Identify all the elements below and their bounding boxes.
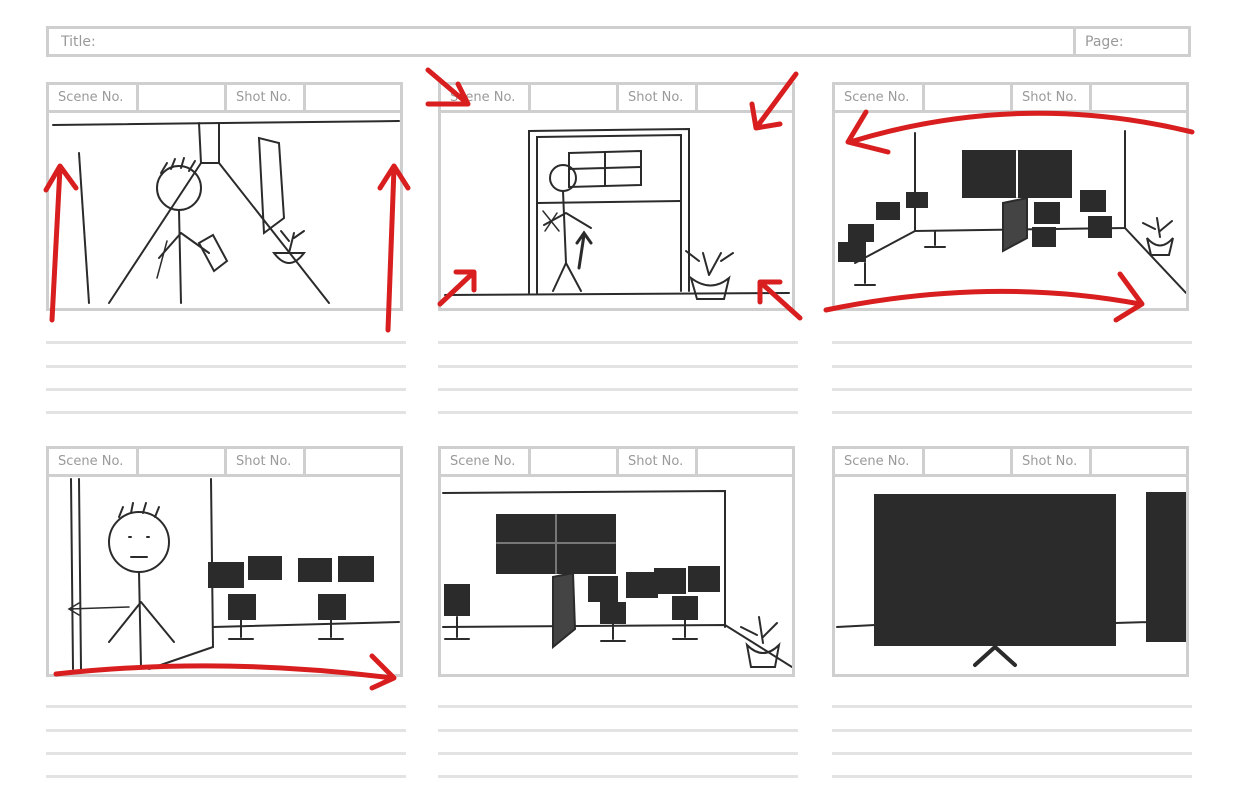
- title-bar: Title: Page:: [46, 26, 1191, 57]
- shot-number-field[interactable]: [306, 449, 400, 474]
- scene-number-label: Scene No.: [835, 85, 925, 110]
- panel-4-header: Scene No. Shot No.: [46, 446, 403, 474]
- panel-4-note-line: [46, 775, 406, 778]
- panel-3-frame: [832, 110, 1189, 311]
- panel-3-note-line: [832, 365, 1192, 368]
- shot-number-label: Shot No.: [227, 449, 306, 474]
- panel-6-frame: [832, 474, 1189, 677]
- panel-5-note-line: [438, 752, 798, 755]
- panel-2-frame: [438, 110, 795, 311]
- panel-1-note-line: [46, 411, 406, 414]
- scene-number-field[interactable]: [925, 449, 1013, 474]
- panel-4-note-line: [46, 729, 406, 732]
- shot-number-field[interactable]: [1092, 449, 1186, 474]
- page-divider: [1073, 29, 1076, 54]
- panel-6-note-line: [832, 775, 1192, 778]
- page-label: Page:: [1085, 34, 1124, 50]
- panel-4-note-line: [46, 705, 406, 708]
- panel-5-note-line: [438, 729, 798, 732]
- scene-number-label: Scene No.: [49, 85, 139, 110]
- scene-number-label: Scene No.: [835, 449, 925, 474]
- panel-3-header: Scene No. Shot No.: [832, 82, 1189, 110]
- panel-6-note-line: [832, 729, 1192, 732]
- panel-3-note-line: [832, 411, 1192, 414]
- panel-1-note-line: [46, 388, 406, 391]
- scene-number-field[interactable]: [139, 85, 227, 110]
- panel-3-note-line: [832, 341, 1192, 344]
- panel-6-header: Scene No. Shot No.: [832, 446, 1189, 474]
- title-field[interactable]: [109, 29, 1069, 54]
- shot-number-label: Shot No.: [1013, 85, 1092, 110]
- shot-number-label: Shot No.: [227, 85, 306, 110]
- shot-number-field[interactable]: [698, 449, 792, 474]
- panel-5-sketch: [442, 489, 792, 668]
- title-label: Title:: [61, 34, 96, 50]
- panel-2-header: Scene No. Shot No.: [438, 82, 795, 110]
- scene-number-field[interactable]: [139, 449, 227, 474]
- panel-1-header: Scene No. Shot No.: [46, 82, 403, 110]
- shot-number-label: Shot No.: [619, 85, 698, 110]
- panel-4-note-line: [46, 752, 406, 755]
- panel-1-frame: [46, 110, 403, 311]
- panel-1-sketch: [52, 120, 400, 304]
- panel-2-note-line: [438, 411, 798, 414]
- scene-number-label: Scene No.: [49, 449, 139, 474]
- shot-number-field[interactable]: [306, 85, 400, 110]
- panel-4-frame: [46, 474, 403, 677]
- scene-number-field[interactable]: [531, 449, 619, 474]
- shot-number-field[interactable]: [1092, 85, 1186, 110]
- scene-number-field[interactable]: [925, 85, 1013, 110]
- scene-number-field[interactable]: [531, 85, 619, 110]
- shot-number-field[interactable]: [698, 85, 792, 110]
- panel-2-sketch: [444, 127, 790, 300]
- panel-5-frame: [438, 474, 795, 677]
- panel-1-note-line: [46, 365, 406, 368]
- scene-number-label: Scene No.: [441, 85, 531, 110]
- panel-4-sketch: [67, 478, 400, 670]
- shot-number-label: Shot No.: [619, 449, 698, 474]
- panel-2-note-line: [438, 341, 798, 344]
- panel-2-note-line: [438, 365, 798, 368]
- panel-3-note-line: [832, 388, 1192, 391]
- panel-6-sketch: [836, 492, 1186, 667]
- shot-number-label: Shot No.: [1013, 449, 1092, 474]
- panel-3-sketch: [838, 130, 1186, 294]
- panel-6-note-line: [832, 752, 1192, 755]
- panel-5-header: Scene No. Shot No.: [438, 446, 795, 474]
- panel-5-note-line: [438, 775, 798, 778]
- panel-5-note-line: [438, 705, 798, 708]
- page-field[interactable]: [1129, 29, 1189, 54]
- scene-number-label: Scene No.: [441, 449, 531, 474]
- panel-1-note-line: [46, 341, 406, 344]
- panel-6-note-line: [832, 705, 1192, 708]
- panel-2-note-line: [438, 388, 798, 391]
